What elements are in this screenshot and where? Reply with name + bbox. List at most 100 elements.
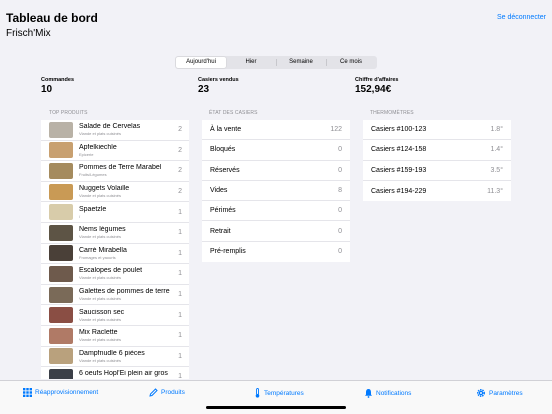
product-text: Nuggets Volaille Viande et plats cuisinés (79, 185, 170, 198)
product-row[interactable]: Spaetzle/ 1 (41, 202, 189, 223)
stat-label: Casiers vendus (198, 77, 239, 83)
product-category: / (79, 213, 81, 219)
list-item-label: À la vente (210, 126, 242, 134)
period-month[interactable]: Ce mois (326, 57, 376, 68)
store-name: Frisch'Mix (6, 28, 51, 39)
tab-label: Produits (161, 389, 185, 396)
product-thumbnail (49, 307, 73, 324)
product-category: Fromages et yaourts (79, 254, 116, 260)
list-item-label: Retrait (210, 227, 231, 235)
list-item-value: 0 (338, 207, 342, 215)
product-row[interactable]: Mix Raclette Viande et plats cuisinés 1 (41, 326, 189, 347)
list-item-value: 1.4° (490, 146, 503, 154)
list-item[interactable]: Casiers #159-193 3.5° (363, 161, 511, 181)
list-item[interactable]: Bloqués 0 (202, 140, 350, 161)
product-thumbnail (49, 245, 73, 262)
product-row[interactable]: Pommes de Terre Marabel Fruits/Légumes 2 (41, 161, 189, 182)
product-text: Pommes de Terre Marabel Fruits/Légumes (79, 164, 170, 177)
product-name: Mix Raclette (79, 329, 118, 337)
product-thumbnail (49, 121, 73, 138)
product-row[interactable]: Nems légumes Viande et plats cuisinés 1 (41, 223, 189, 244)
product-thumbnail (49, 327, 73, 344)
product-row[interactable]: Escalopes de poulet Viande et plats cuisi… (41, 264, 189, 285)
period-today[interactable]: Aujourd'hui (176, 57, 226, 68)
tab-products[interactable]: Produits (149, 388, 185, 397)
tab-restock[interactable]: Réapprovisionnement (23, 388, 98, 397)
product-name: Apfelkiechle (79, 143, 117, 151)
stat-value: 10 (41, 84, 53, 95)
list-item[interactable]: Réservés 0 (202, 161, 350, 181)
product-count: 1 (178, 332, 182, 340)
period-yesterday[interactable]: Hier (226, 57, 276, 68)
list-item-label: Casiers #100-123 (371, 126, 427, 134)
product-name: Spaetzle (79, 205, 107, 213)
top-products-list[interactable]: Salade de Cervelas Viande et plats cuisin… (41, 120, 189, 379)
list-item[interactable]: Vides 8 (202, 181, 350, 202)
product-name: Saucisson sec (79, 308, 125, 316)
product-category: Viande et plats cuisinés (79, 316, 121, 322)
list-item[interactable]: À la vente 122 (202, 120, 350, 141)
product-text: 6 oeufs Hopl'Ei plein air gros ...Epicer… (79, 370, 170, 379)
product-text: Escalopes de poulet Viande et plats cuisi… (79, 267, 170, 280)
product-category: Viande et plats cuisinés (79, 275, 121, 281)
product-name: Salade de Cervelas (79, 123, 141, 131)
product-row[interactable]: 6 oeufs Hopl'Ei plein air gros ...Epicer… (41, 367, 189, 379)
product-count: 2 (178, 126, 182, 134)
list-item-value: 0 (338, 248, 342, 256)
product-name: Dampfnudle 6 pièces (79, 349, 145, 357)
locker-status-list: À la vente 122 Bloqués 0 Réservés 0 Vides 8 … (202, 120, 350, 263)
stat-revenue: Chiffre d'affaires 152,94€ (355, 77, 398, 95)
list-item-value: 1.8° (490, 126, 503, 134)
product-thumbnail (49, 183, 73, 200)
product-row[interactable]: Carré Mirabella Fromages et yaourts 1 (41, 244, 189, 265)
product-count: 1 (178, 311, 182, 319)
tab-settings[interactable]: Paramètres (476, 388, 523, 398)
list-item[interactable]: Casiers #194-229 11.3° (363, 181, 511, 201)
stat-label: Chiffre d'affaires (355, 77, 399, 83)
product-row[interactable]: Galettes de pommes de terre Viande et pla… (41, 285, 189, 306)
product-count: 2 (178, 167, 182, 175)
product-text: Nems légumes Viande et plats cuisinés (79, 226, 170, 239)
product-count: 1 (178, 208, 182, 216)
product-count: 2 (178, 146, 182, 154)
list-item-value: 3.5° (490, 166, 503, 174)
product-text: Mix Raclette Viande et plats cuisinés (79, 329, 170, 342)
product-row[interactable]: Nuggets Volaille Viande et plats cuisinés… (41, 182, 189, 203)
list-item-label: Périmés (210, 207, 236, 215)
product-thumbnail (49, 162, 73, 179)
tab-notifications[interactable]: Notifications (364, 388, 411, 398)
gear-icon (476, 388, 486, 398)
product-thumbnail (49, 348, 73, 365)
logout-button[interactable]: Se déconnecter (497, 14, 546, 21)
product-row[interactable]: Apfelkiechle Epicerie 2 (41, 141, 189, 162)
product-category: Viande et plats cuisinés (79, 234, 121, 240)
tab-temperatures[interactable]: Températures (254, 388, 304, 398)
product-name: Carré Mirabella (79, 246, 127, 254)
list-item-value: 8 (338, 187, 342, 195)
period-week[interactable]: Semaine (276, 57, 326, 68)
list-item[interactable]: Périmés 0 (202, 201, 350, 222)
bell-icon (365, 389, 372, 398)
thermometers-list: Casiers #100-123 1.8° Casiers #124-158 1.4… (363, 120, 511, 202)
product-name: Escalopes de poulet (79, 267, 143, 275)
list-item-label: Pré-remplis (210, 248, 246, 256)
grid-icon (23, 388, 32, 397)
home-indicator (206, 406, 346, 409)
section-title-thermometers: THERMOMÈTRES (370, 110, 414, 116)
list-item[interactable]: Pré-remplis 0 (202, 242, 350, 262)
product-category: Fruits/Légumes (79, 172, 107, 178)
product-count: 1 (178, 352, 182, 360)
list-item-label: Vides (210, 187, 228, 195)
list-item-label: Réservés (210, 166, 240, 174)
product-thumbnail (49, 368, 73, 379)
list-item[interactable]: Retrait 0 (202, 221, 350, 242)
product-row[interactable]: Salade de Cervelas Viande et plats cuisin… (41, 120, 189, 141)
list-item[interactable]: Casiers #124-158 1.4° (363, 140, 511, 161)
section-title-products: TOP PRODUITS (49, 110, 88, 116)
product-row[interactable]: Saucisson sec Viande et plats cuisinés 1 (41, 305, 189, 326)
product-row[interactable]: Dampfnudle 6 pièces Viande et plats cuisi… (41, 347, 189, 368)
product-thumbnail (49, 224, 73, 241)
period-segmented-control: Aujourd'hui Hier Semaine Ce mois (175, 56, 377, 69)
product-text: Saucisson sec Viande et plats cuisinés (79, 309, 170, 322)
list-item[interactable]: Casiers #100-123 1.8° (363, 120, 511, 141)
